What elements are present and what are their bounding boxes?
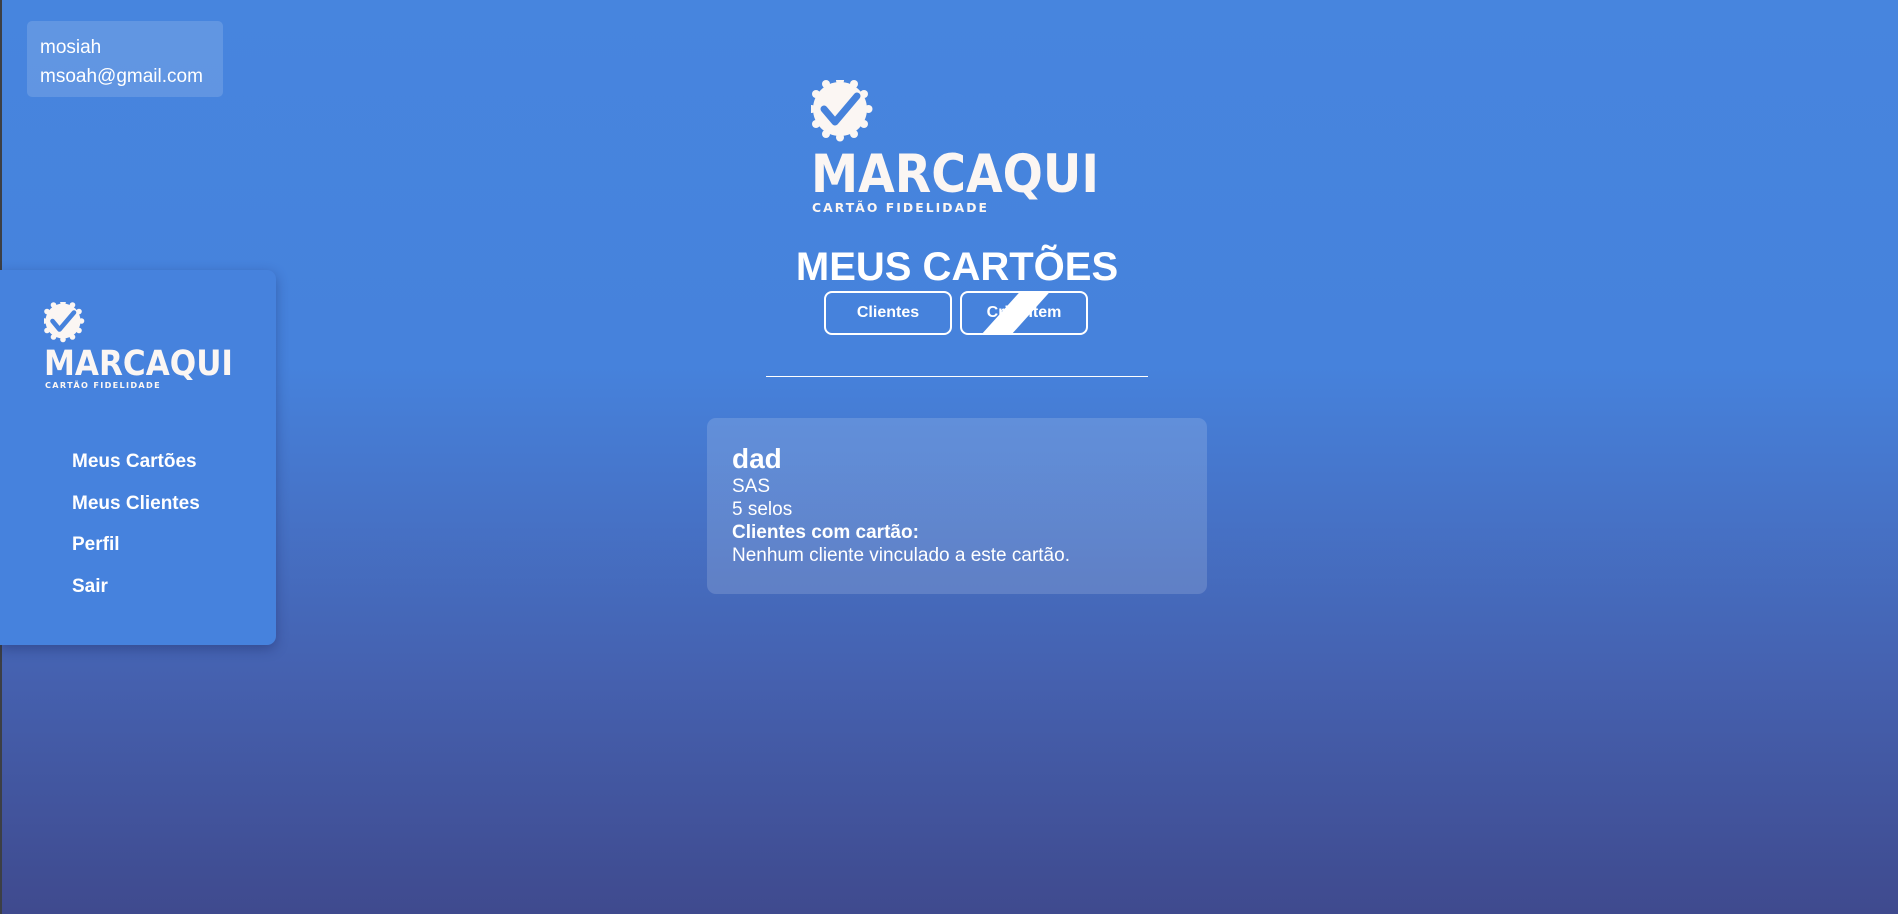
- divider: [766, 376, 1148, 377]
- sidebar-logo: MARCAQUI CARTÃO FIDELIDADE: [44, 302, 234, 392]
- sidebar-item-meus-cartoes[interactable]: Meus Cartões: [72, 451, 200, 493]
- card-stamps: 5 selos: [732, 499, 793, 520]
- card-clients-heading: Clientes com cartão:: [732, 522, 919, 543]
- seal-check-icon: [44, 302, 85, 343]
- brand-wordmark: MARCAQUI: [811, 144, 1099, 205]
- sidebar-nav: Meus Cartões Meus Clientes Perfil Sair: [72, 451, 200, 617]
- user-email: msoah@gmail.com: [40, 66, 203, 87]
- card-subtitle: SAS: [732, 476, 771, 497]
- page-title: MEUS CARTÕES: [795, 245, 1119, 289]
- user-info: mosiah msoah@gmail.com: [27, 21, 223, 97]
- brand-logo: MARCAQUI CARTÃO FIDELIDADE: [811, 80, 1101, 216]
- criar-item-button[interactable]: Criar Item: [960, 291, 1088, 335]
- brand-tagline: CARTÃO FIDELIDADE: [812, 200, 989, 215]
- card-clients-empty: Nenhum cliente vinculado a este cartão.: [732, 545, 1070, 566]
- sidebar-brand-wordmark: MARCAQUI: [44, 344, 233, 384]
- sidebar-brand-tagline: CARTÃO FIDELIDADE: [45, 380, 161, 390]
- sidebar-item-meus-clientes[interactable]: Meus Clientes: [72, 493, 200, 535]
- seal-check-icon: [811, 80, 873, 142]
- clientes-button[interactable]: Clientes: [824, 291, 952, 335]
- clientes-button-label: Clientes: [856, 304, 920, 321]
- sidebar-item-perfil[interactable]: Perfil: [72, 534, 200, 576]
- loyalty-card[interactable]: dad SAS 5 selos Clientes com cartão: Nen…: [707, 418, 1207, 594]
- sidebar-item-sair[interactable]: Sair: [72, 576, 200, 618]
- card-title: dad: [732, 443, 782, 474]
- user-name: mosiah: [40, 37, 102, 58]
